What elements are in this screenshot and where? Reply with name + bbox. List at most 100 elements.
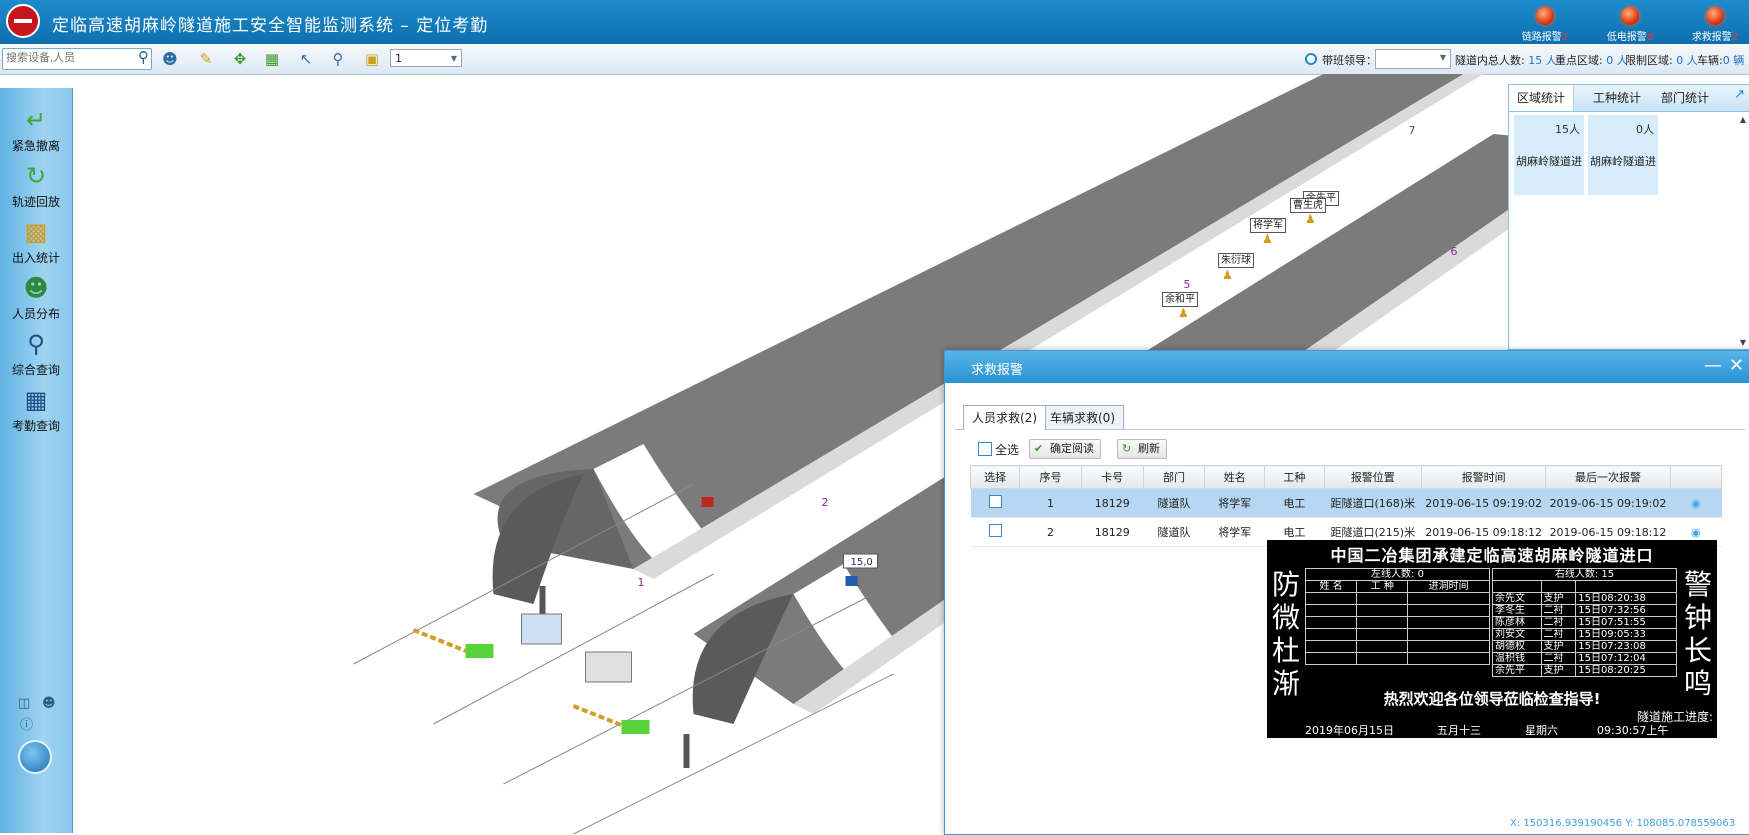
expand-icon[interactable]: ↗ <box>1734 87 1745 102</box>
left-nav: ↵ 紧急撤离 ↻ 轨迹回放 ▩ 出入统计 ☻ 人员分布 ⚲ 综合查询 ▦ 考勤查… <box>0 88 73 833</box>
led-title: 中国二冶集团承建定临高速胡麻岭隧道进口 <box>1330 546 1654 565</box>
vehicle-stat: 车辆:0 辆 <box>1697 52 1744 68</box>
user-icon[interactable]: ☻ <box>42 696 56 711</box>
led-cell: 15日08:20:38 <box>1575 592 1677 605</box>
person-tag[interactable]: 将学军 <box>1250 218 1286 233</box>
scroll-up-icon[interactable]: ▲ <box>1740 115 1746 124</box>
key-label: 重点区域: <box>1555 54 1603 67</box>
search-input[interactable] <box>6 52 126 64</box>
low-power-alarm-button[interactable]: 低电报警0 <box>1595 4 1665 44</box>
low-power-alarm-label: 低电报警 <box>1606 32 1647 43</box>
col-last-time[interactable]: 最后一次报警 <box>1545 465 1671 489</box>
led-welcome: 热烈欢迎各位领导莅临检查指导! <box>1383 690 1601 708</box>
search-icon[interactable]: ⚲ <box>138 48 149 66</box>
person-icon[interactable]: ♟ <box>1178 306 1189 320</box>
evacuate-arrow-icon: ↵ <box>25 106 47 134</box>
refresh-button[interactable]: ↻ 刷新 <box>1117 439 1167 459</box>
info-icon[interactable]: ⓘ <box>20 714 33 733</box>
led-col-type: 工 种 <box>1356 580 1409 593</box>
led-cell: 李冬生 <box>1492 604 1542 617</box>
led-right-count: 右线人数: 15 <box>1492 568 1677 581</box>
select-all-checkbox[interactable] <box>978 442 992 456</box>
select-pointer-icon[interactable]: ↖ <box>296 49 316 69</box>
person-tag[interactable]: 朱衍球 <box>1218 253 1254 268</box>
nav-track-replay[interactable]: ↻ 轨迹回放 <box>0 156 72 210</box>
nav-evacuate[interactable]: ↵ 紧急撤离 <box>0 100 72 154</box>
led-cell: 二衬 <box>1540 628 1577 641</box>
col-card[interactable]: 卡号 <box>1080 465 1144 489</box>
led-lunar-date: 五月十三 <box>1437 724 1481 737</box>
person-icon[interactable]: ♟ <box>1305 212 1316 226</box>
zoom-area-icon[interactable]: ⚲ <box>328 49 348 69</box>
tab-vehicle-sos[interactable]: 车辆求救(0) <box>1041 405 1124 430</box>
tab-department-stats[interactable]: 部门统计 <box>1653 85 1717 111</box>
person-icon[interactable]: ♟ <box>1222 268 1233 282</box>
sos-table: 选择 序号 卡号 部门 姓名 工种 报警位置 报警时间 最后一次报警 1 181… <box>969 465 1723 547</box>
brush-icon[interactable]: ✎ <box>196 49 216 69</box>
area-stat-cell[interactable]: 15人 胡麻岭隧道进 <box>1514 115 1584 195</box>
col-select[interactable]: 选择 <box>969 465 1021 489</box>
restricted-value: 0 人 <box>1676 54 1698 67</box>
alarm-bulb-icon <box>1621 7 1639 25</box>
locate-icon[interactable]: ▣ <box>362 49 382 69</box>
alarm-bulb-icon <box>1536 7 1554 25</box>
scroll-down-icon[interactable]: ▼ <box>1740 338 1746 347</box>
refresh-label: 刷新 <box>1138 442 1160 455</box>
table-header-row: 选择 序号 卡号 部门 姓名 工种 报警位置 报警时间 最后一次报警 <box>969 465 1723 489</box>
leader-select[interactable]: ▼ <box>1375 49 1451 69</box>
barrier-gate <box>621 720 650 734</box>
close-icon[interactable]: ✕ <box>1729 355 1744 376</box>
led-cell: 15日07:51:55 <box>1575 616 1677 629</box>
badge-label-text: 15,0 <box>851 557 873 568</box>
leader-radio[interactable] <box>1305 53 1317 65</box>
confirm-read-button[interactable]: ✔ 确定阅读 <box>1029 439 1101 459</box>
person-tag[interactable]: 曹生虎 <box>1290 198 1326 213</box>
table-row[interactable]: 1 18129 隧道队 将学军 电工 距隧道口(168)米 2019-06-15… <box>970 488 1722 518</box>
chevron-down-icon: ▼ <box>1439 53 1446 62</box>
row-checkbox[interactable] <box>988 524 1002 537</box>
fit-view-icon[interactable]: ✥ <box>230 49 250 69</box>
zoom-select[interactable]: 1 ▼ <box>390 49 462 67</box>
col-name[interactable]: 姓名 <box>1204 465 1266 489</box>
people-group-icon[interactable]: ☻ <box>160 49 180 69</box>
tab-area-stats[interactable]: 区域统计 <box>1509 85 1575 111</box>
sos-alarm-button[interactable]: 求救报警2 <box>1680 4 1749 44</box>
tab-work-type-stats[interactable]: 工种统计 <box>1585 85 1649 111</box>
cell-type: 电工 <box>1264 488 1325 518</box>
sos-alarm-label: 求救报警 <box>1691 32 1732 43</box>
reader-marker[interactable] <box>701 497 714 507</box>
cell-name: 将学军 <box>1204 488 1265 518</box>
barrier-gate <box>465 644 494 658</box>
nav-label: 考勤查询 <box>11 419 60 433</box>
person-icon[interactable]: ♟ <box>1262 232 1273 246</box>
col-no[interactable]: 序号 <box>1019 465 1082 489</box>
layout-icon[interactable]: ◫ <box>18 696 30 711</box>
cell-card: 18129 <box>1081 517 1144 547</box>
app-title: 定临高速胡麻岭隧道施工安全智能监测系统 – 定位考勤 <box>52 16 489 36</box>
row-checkbox[interactable] <box>988 495 1002 508</box>
col-position[interactable]: 报警位置 <box>1323 465 1422 489</box>
nav-label: 紧急撤离 <box>11 139 60 153</box>
area-stat-cell[interactable]: 0人 胡麻岭隧道进 <box>1588 115 1658 195</box>
coordinate-readout: X: 150316.939190456 Y: 108085.078559063 <box>1510 818 1736 829</box>
led-cell: 二衬 <box>1540 604 1577 617</box>
nav-person-distribution[interactable]: ☻ 人员分布 <box>0 268 72 322</box>
locate-icon[interactable]: ◉ <box>1691 497 1701 510</box>
locate-icon[interactable]: ◉ <box>1691 526 1701 539</box>
reader-marker[interactable] <box>845 576 858 586</box>
col-type[interactable]: 工种 <box>1264 465 1325 489</box>
col-dept[interactable]: 部门 <box>1142 465 1206 489</box>
tab-person-sos[interactable]: 人员求救(2) <box>963 405 1046 430</box>
link-alarm-button[interactable]: 链路报警1 <box>1510 4 1580 44</box>
nav-label: 人员分布 <box>11 307 60 321</box>
nav-comprehensive-query[interactable]: ⚲ 综合查询 <box>0 324 72 378</box>
map-layer-icon[interactable]: ▦ <box>262 49 282 69</box>
minimize-icon[interactable]: — <box>1704 355 1722 376</box>
app-menu-icon[interactable] <box>18 740 52 774</box>
total-people-stat: 隧道内总人数: 15 人 <box>1455 52 1557 68</box>
person-tag[interactable]: 余和平 <box>1162 292 1198 307</box>
led-weekday: 星期六 <box>1525 724 1558 737</box>
nav-in-out-stats[interactable]: ▩ 出入统计 <box>0 212 72 266</box>
col-time[interactable]: 报警时间 <box>1420 465 1547 489</box>
nav-attendance-query[interactable]: ▦ 考勤查询 <box>0 380 72 434</box>
